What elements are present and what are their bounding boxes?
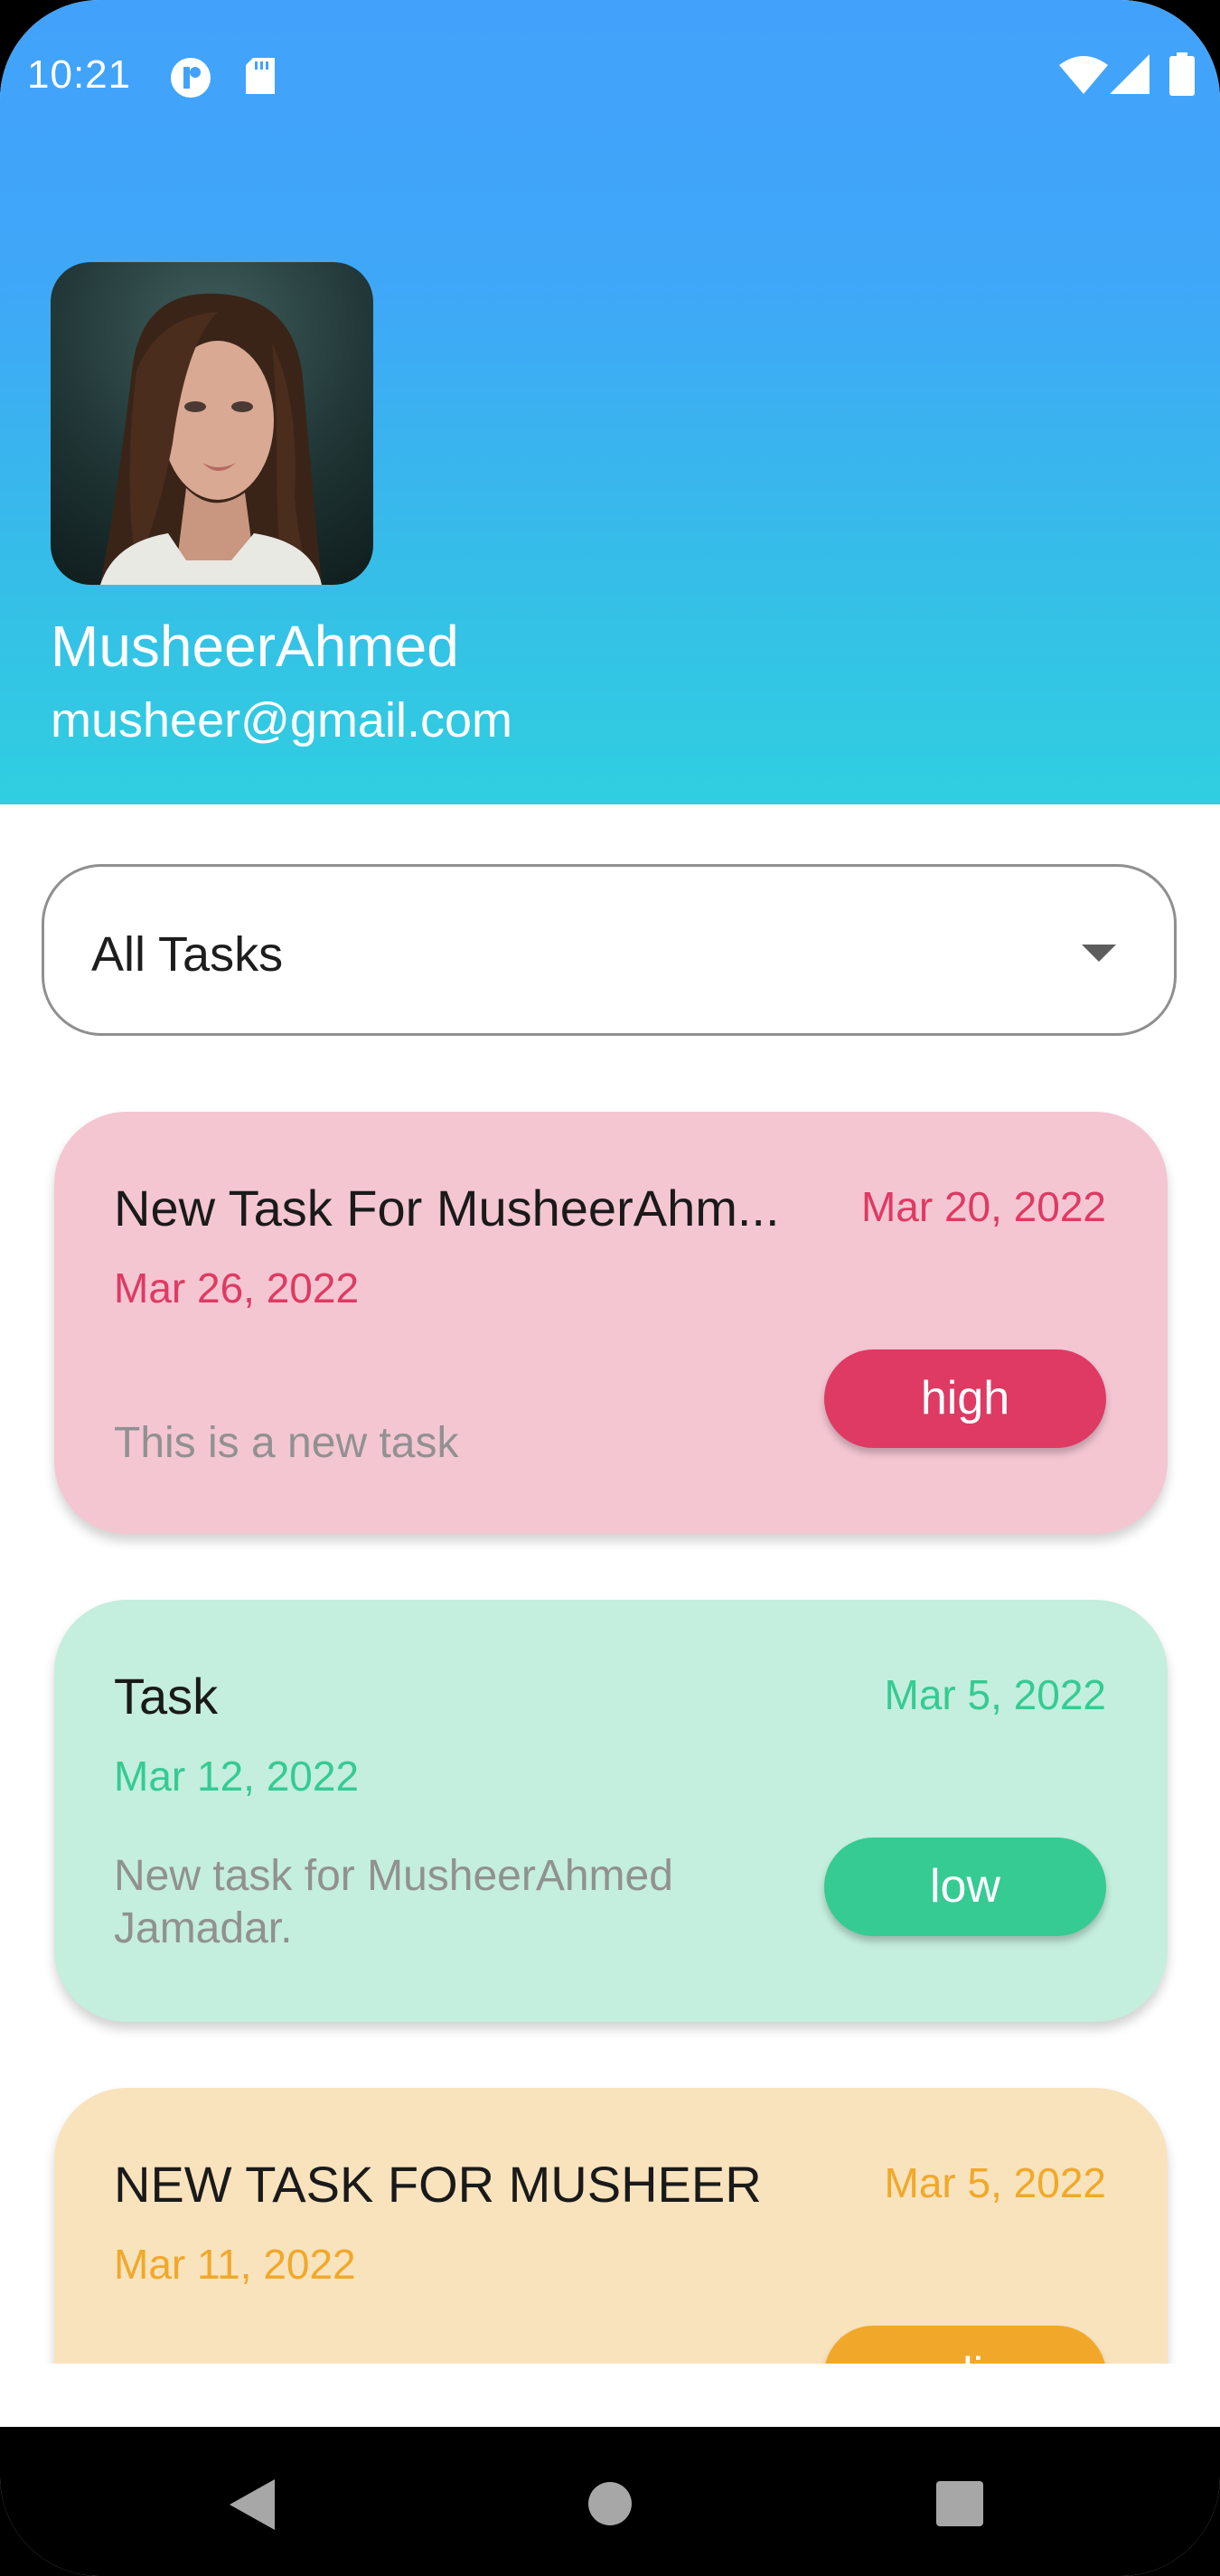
user-email: musheer@gmail.com bbox=[51, 693, 512, 747]
home-icon[interactable] bbox=[587, 2481, 633, 2531]
user-name: MusheerAhmed bbox=[51, 614, 459, 679]
task-card[interactable]: NEW TASK FOR MUSHEER Mar 5, 2022 Mar 11,… bbox=[54, 2088, 1168, 2364]
task-description: This is a new task bbox=[114, 1419, 459, 1467]
task-start-date: Mar 5, 2022 bbox=[884, 2159, 1106, 2206]
wifi-icon bbox=[1059, 54, 1108, 99]
battery-icon bbox=[1169, 52, 1195, 100]
task-list[interactable]: New Task For MusheerAhm... Mar 20, 2022 … bbox=[0, 1085, 1220, 2364]
status-time: 10:21 bbox=[27, 52, 132, 97]
task-end-date: Mar 12, 2022 bbox=[114, 1753, 360, 1800]
task-start-date: Mar 20, 2022 bbox=[860, 1183, 1106, 1230]
task-title: New Task For MusheerAhm... bbox=[114, 1180, 780, 1236]
profile-header: 10:21 MusheerAhmed musheer@gmail.com bbox=[0, 0, 1220, 804]
sd-card-icon bbox=[244, 56, 277, 100]
recents-icon[interactable] bbox=[936, 2481, 983, 2531]
status-bar: 10:21 bbox=[0, 0, 1220, 154]
task-end-date: Mar 11, 2022 bbox=[114, 2241, 356, 2288]
navigation-bar bbox=[0, 2427, 1220, 2576]
chevron-down-icon bbox=[1082, 945, 1116, 962]
avatar[interactable] bbox=[51, 262, 373, 585]
cellular-signal-icon bbox=[1110, 54, 1150, 99]
task-end-date: Mar 26, 2022 bbox=[114, 1264, 360, 1312]
task-title: Task bbox=[114, 1668, 219, 1725]
priority-badge: medium bbox=[824, 2326, 1106, 2364]
task-filter-dropdown[interactable]: All Tasks bbox=[42, 864, 1177, 1036]
priority-badge: low bbox=[824, 1838, 1106, 1936]
task-title: NEW TASK FOR MUSHEER bbox=[114, 2156, 762, 2213]
task-card[interactable]: New Task For MusheerAhm... Mar 20, 2022 … bbox=[54, 1112, 1168, 1534]
filter-selected-value: All Tasks bbox=[91, 927, 284, 982]
task-card[interactable]: Task Mar 5, 2022 Mar 12, 2022 New task f… bbox=[54, 1600, 1168, 2022]
task-start-date: Mar 5, 2022 bbox=[884, 1671, 1106, 1718]
app-notification-icon bbox=[168, 56, 213, 104]
back-icon[interactable] bbox=[230, 2479, 277, 2534]
priority-badge: high bbox=[824, 1349, 1106, 1448]
task-description: New task for MusheerAhmed Jamadar. bbox=[114, 1852, 673, 1952]
app-screen: 10:21 MusheerAhmed musheer@gmail.com All… bbox=[0, 0, 1220, 2576]
